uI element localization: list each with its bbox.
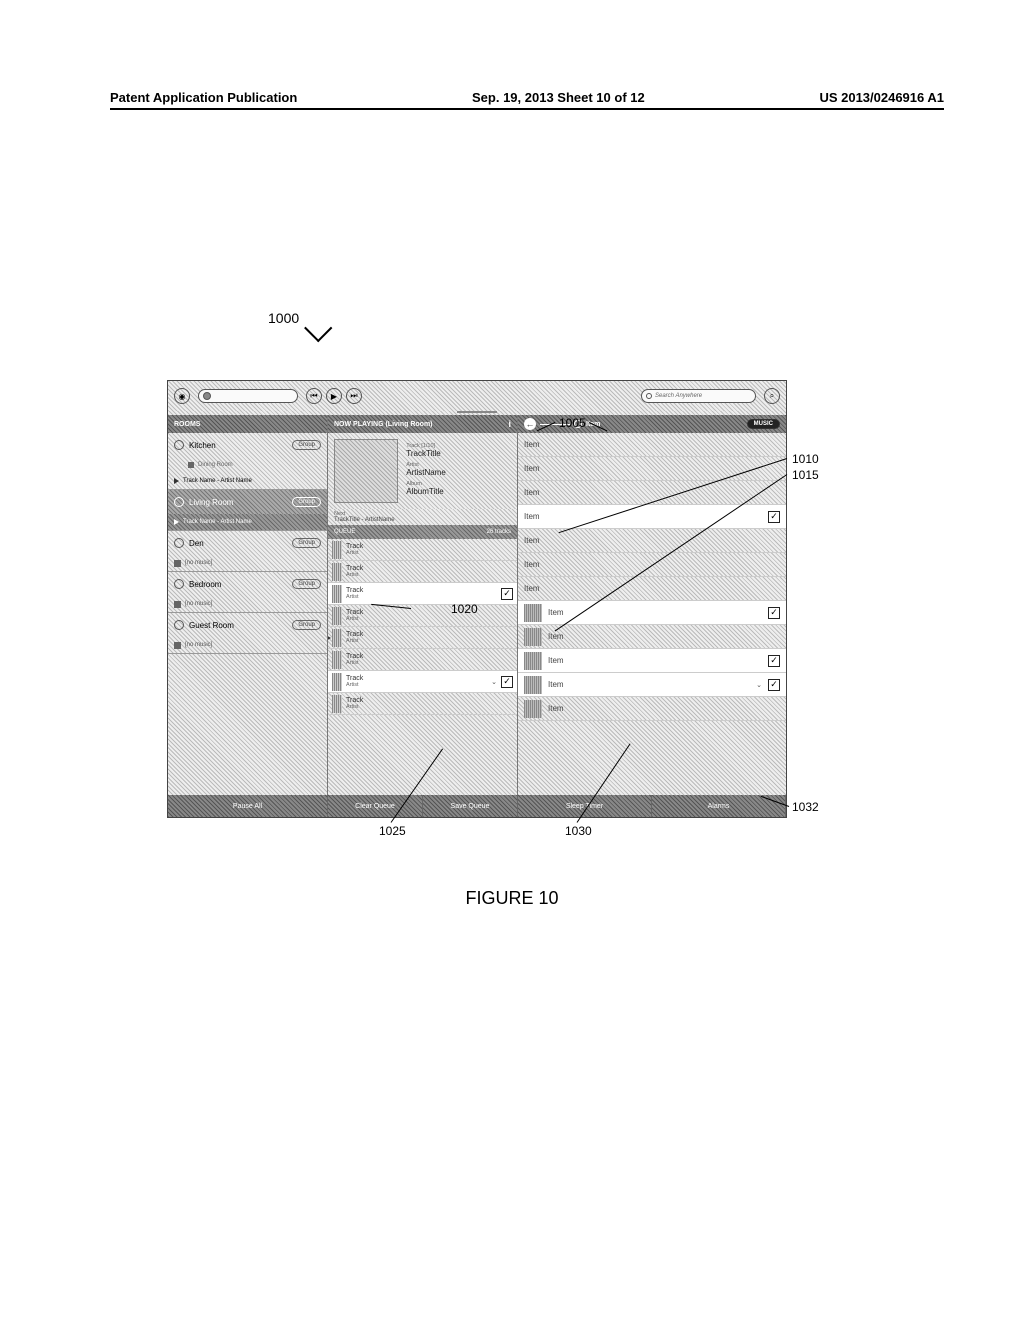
group-button[interactable]: Group (292, 440, 321, 450)
figure-caption: FIGURE 10 (0, 888, 1024, 909)
queue-row[interactable]: TrackArtist⌄✓ (328, 671, 517, 693)
queue-thumb (332, 607, 342, 625)
controller-ui: ◉ ⏮ ▶ ⏭ Search Anywhere ⌕ ROOMS (167, 380, 787, 818)
callout-1005: 1005 (559, 416, 586, 430)
play-button[interactable]: ▶ (326, 388, 342, 404)
music-item[interactable]: Item✓ (518, 601, 786, 625)
header-left: Patent Application Publication (110, 90, 297, 105)
prev-button[interactable]: ⏮ (306, 388, 322, 404)
music-item[interactable]: Item (518, 457, 786, 481)
checkbox[interactable]: ✓ (501, 676, 513, 688)
queue-row[interactable]: TrackArtist (328, 561, 517, 583)
mute-button[interactable]: ◉ (174, 388, 190, 404)
room-dining-sub: Dining Room (168, 457, 327, 473)
checkbox[interactable]: ✓ (501, 588, 513, 600)
queue-thumb (332, 629, 342, 647)
queue-row[interactable]: TrackArtist (328, 693, 517, 715)
patent-header: Patent Application Publication Sep. 19, … (110, 90, 944, 105)
music-item[interactable]: Item✓ (518, 505, 786, 529)
queue-row[interactable]: TrackArtist (328, 627, 517, 649)
stop-icon (174, 642, 181, 649)
music-item[interactable]: Item✓ (518, 649, 786, 673)
chevron-down-icon[interactable]: ⌄ (491, 678, 497, 686)
checkbox[interactable]: ✓ (768, 607, 780, 619)
volume-slider[interactable] (198, 389, 298, 403)
checkbox[interactable]: ✓ (768, 655, 780, 667)
queue-header: QUEUE 26 tracks (328, 525, 517, 539)
sleep-timer-button[interactable]: Sleep Timer (518, 795, 652, 817)
item-thumb (524, 676, 542, 694)
pause-all-button[interactable]: Pause All (168, 795, 328, 817)
back-button[interactable]: ← (524, 418, 536, 430)
group-button[interactable]: Group (292, 579, 321, 589)
album-art (334, 439, 398, 503)
stop-icon (174, 601, 181, 608)
rooms-panel: ROOMS KitchenGroup Dining Room Track Nam… (168, 415, 328, 795)
queue-thumb (332, 563, 342, 581)
progress-bar[interactable] (457, 411, 497, 413)
stop-icon (174, 560, 181, 567)
queue-thumb (332, 541, 342, 559)
callout-1025: 1025 (379, 824, 406, 838)
search-button[interactable]: ⌕ (764, 388, 780, 404)
track-metadata: Track [1/10] TrackTitle Artist ArtistNam… (406, 439, 446, 496)
queue-thumb (332, 585, 342, 603)
callout-1030: 1030 (565, 824, 592, 838)
next-track: Next TrackTitle - ArtistName (328, 509, 517, 525)
music-item[interactable]: Item⌄✓ (518, 673, 786, 697)
music-badge[interactable]: MUSIC (747, 419, 780, 429)
music-item[interactable]: Item (518, 433, 786, 457)
callout-1010: 1010 (792, 452, 819, 466)
callout-1020: 1020 (451, 602, 478, 616)
figure-ref-1000: 1000 (268, 310, 299, 326)
queue-list: TrackArtistTrackArtistTrackArtist✓TrackA… (328, 539, 517, 795)
search-icon (646, 393, 652, 399)
item-thumb (524, 604, 542, 622)
play-icon (174, 478, 179, 484)
now-playing-panel: NOW PLAYING (Living Room)i Track [1/10] … (328, 415, 518, 795)
search-input[interactable]: Search Anywhere (641, 389, 756, 403)
queue-row[interactable]: TrackArtist (328, 605, 517, 627)
item-thumb (524, 652, 542, 670)
save-queue-button[interactable]: Save Queue (423, 795, 518, 817)
group-button[interactable]: Group (292, 538, 321, 548)
music-item[interactable]: Item (518, 577, 786, 601)
play-icon (174, 519, 179, 525)
footer-bar: Pause All Clear Queue Save Queue Sleep T… (168, 795, 786, 817)
queue-row[interactable]: TrackArtist✓ (328, 583, 517, 605)
header-mid: Sep. 19, 2013 Sheet 10 of 12 (472, 90, 645, 105)
next-button[interactable]: ⏭ (346, 388, 362, 404)
room-guest-room[interactable]: Guest RoomGroup [no music] (168, 613, 327, 654)
room-kitchen[interactable]: KitchenGroup Dining Room Track Name - Ar… (168, 433, 327, 490)
queue-thumb (332, 673, 342, 691)
header-rule (110, 108, 944, 110)
checkbox[interactable]: ✓ (768, 679, 780, 691)
music-item[interactable]: Item (518, 697, 786, 721)
top-toolbar: ◉ ⏮ ▶ ⏭ Search Anywhere ⌕ (168, 381, 786, 411)
music-list: ItemItemItemItem✓ItemItemItemItem✓ItemIt… (518, 433, 786, 795)
queue-row[interactable]: TrackArtist (328, 539, 517, 561)
chevron-down-icon[interactable]: ⌄ (756, 681, 762, 689)
item-thumb (524, 628, 542, 646)
group-button[interactable]: Group (292, 497, 321, 507)
queue-thumb (332, 651, 342, 669)
group-button[interactable]: Group (292, 620, 321, 630)
callout-1032: 1032 (792, 800, 819, 814)
search-placeholder: Search Anywhere (655, 393, 702, 399)
checkbox[interactable]: ✓ (768, 511, 780, 523)
header-right: US 2013/0246916 A1 (819, 90, 944, 105)
now-playing-header: NOW PLAYING (Living Room)i (328, 415, 517, 433)
room-den[interactable]: DenGroup [no music] (168, 531, 327, 572)
queue-thumb (332, 695, 342, 713)
clear-queue-button[interactable]: Clear Queue (328, 795, 423, 817)
rooms-header: ROOMS (168, 415, 327, 433)
room-bedroom[interactable]: BedroomGroup [no music] (168, 572, 327, 613)
item-thumb (524, 700, 542, 718)
queue-row[interactable]: TrackArtist (328, 649, 517, 671)
callout-1015: 1015 (792, 468, 819, 482)
room-living-room[interactable]: Living RoomGroup Track Name - Artist Nam… (168, 490, 327, 531)
